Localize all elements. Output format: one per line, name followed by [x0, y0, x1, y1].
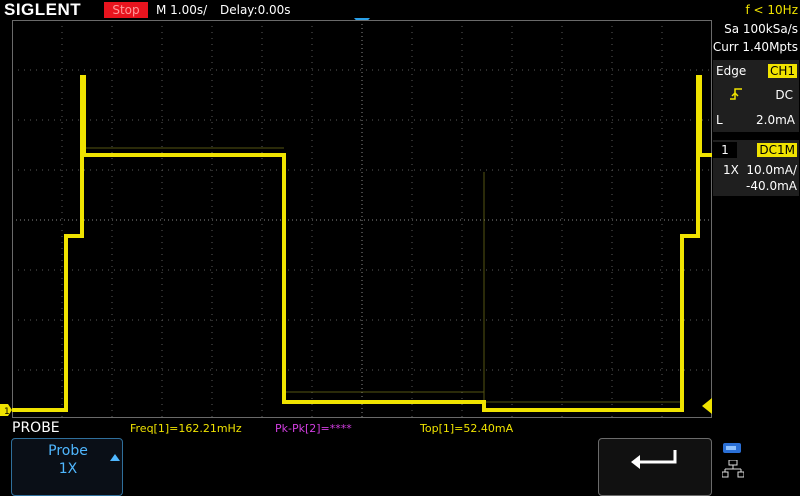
trigger-level-label: L [716, 113, 723, 127]
measurement-freq: Freq[1]=162.21mHz [130, 422, 242, 435]
probe-attenuation: 1X [723, 163, 739, 177]
sample-rate: Sa 100kSa/s [724, 22, 798, 36]
channel-coupling: DC1M [757, 143, 797, 157]
ch1-ground-marker[interactable]: 1 [0, 403, 12, 417]
delay-readout[interactable]: Delay:0.00s [220, 0, 291, 20]
trigger-level: 2.0mA [756, 113, 795, 127]
vertical-offset: -40.0mA [746, 179, 797, 193]
svg-text:1: 1 [4, 407, 10, 417]
waveform-display[interactable] [12, 20, 712, 418]
trigger-level-marker[interactable] [702, 398, 712, 414]
measurement-top: Top[1]=52.40mA [420, 422, 514, 435]
usb-storage-icon [723, 443, 741, 453]
trigger-panel[interactable]: Edge CH1 DC L 2.0mA [713, 60, 799, 132]
probe-softkey-label: Probe [48, 443, 88, 459]
status-bar: SIGLENT Stop M 1.00s/ Delay:0.00s f < 10… [0, 0, 800, 27]
run-stop-indicator[interactable]: Stop [104, 2, 148, 18]
trigger-frequency: f < 10Hz [745, 3, 799, 17]
trigger-source: CH1 [767, 64, 797, 78]
vertical-scale: 10.0mA/ [746, 163, 797, 177]
rising-edge-icon [730, 88, 742, 100]
return-button[interactable] [598, 438, 712, 496]
channel1-panel[interactable]: 1 DC1M 1X 10.0mA/ -40.0mA [713, 140, 799, 196]
measurement-pkpk: Pk-Pk[2]=**** [275, 422, 352, 435]
memory-depth: Curr 1.40Mpts [712, 40, 798, 54]
brand-logo: SIGLENT [4, 0, 82, 19]
probe-softkey[interactable]: Probe 1X [11, 438, 123, 496]
menu-title: PROBE [12, 420, 60, 436]
up-arrow-icon [110, 454, 120, 461]
network-icon [722, 460, 744, 478]
channel-number: 1 [713, 142, 737, 158]
trigger-type: Edge [716, 64, 747, 78]
timebase-readout[interactable]: M 1.00s/ [156, 0, 207, 20]
return-arrow-icon [631, 450, 677, 469]
bottom-bar: PROBE Freq[1]=162.21mHz Pk-Pk[2]=**** To… [0, 418, 800, 496]
probe-softkey-value: 1X [58, 461, 78, 477]
info-panel: Sa 100kSa/s Curr 1.40Mpts Edge CH1 DC L … [712, 20, 800, 418]
trigger-coupling: DC [775, 88, 793, 102]
